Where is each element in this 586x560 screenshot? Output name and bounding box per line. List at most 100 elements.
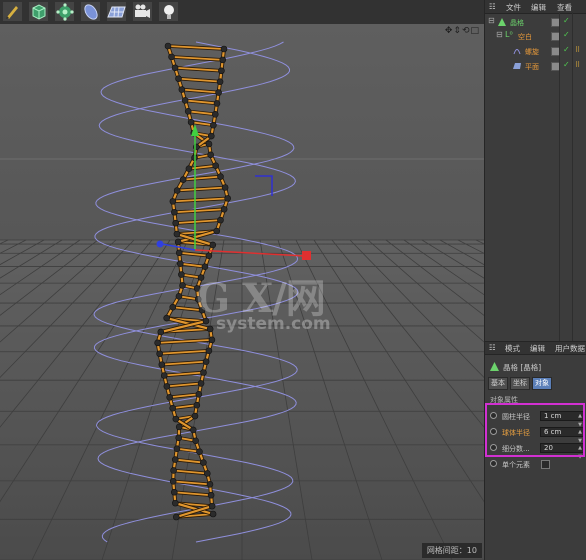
- am-menu-mode[interactable]: 模式: [505, 343, 520, 354]
- tag-icon[interactable]: ⠿: [575, 61, 580, 69]
- viewport-nav-icons[interactable]: ✥⇕⟲□: [445, 26, 480, 36]
- lattice-sphere: [193, 285, 201, 292]
- lattice-sphere: [207, 491, 215, 499]
- lattice-sphere: [209, 510, 217, 518]
- deformer-icon[interactable]: [80, 1, 101, 22]
- lattice-sphere: [168, 53, 175, 61]
- attribute-manager-menubar: ☷ 模式 编辑 用户数据: [485, 341, 586, 355]
- lattice-sphere: [216, 78, 224, 85]
- lattice-sphere: [212, 162, 219, 170]
- lattice-sphere: [205, 347, 213, 355]
- lattice-sphere: [217, 173, 224, 180]
- lattice-sphere: [178, 271, 185, 278]
- lattice-sphere: [205, 140, 213, 148]
- lattice-sphere: [213, 100, 221, 107]
- lattice-sphere: [218, 67, 225, 75]
- single-element-checkbox[interactable]: [541, 460, 550, 469]
- lattice-sphere: [156, 350, 163, 358]
- grid-spacing-status: 网格间距：10: [421, 543, 482, 558]
- camera-icon[interactable]: [132, 1, 153, 22]
- am-menu-icons[interactable]: ☷: [489, 343, 496, 352]
- enabled-check-icon[interactable]: ✓: [563, 16, 570, 25]
- lattice-sphere: [164, 42, 172, 50]
- tab-object[interactable]: 对象: [532, 377, 552, 390]
- enabled-check-icon[interactable]: ✓: [563, 30, 570, 39]
- lattice-sphere: [208, 502, 216, 510]
- am-menu-edit[interactable]: 编辑: [530, 343, 545, 354]
- lattice-sphere: [192, 437, 199, 445]
- enabled-check-icon[interactable]: ✓: [563, 60, 570, 69]
- lattice-sphere: [210, 121, 217, 129]
- column-divider: [572, 12, 573, 341]
- om-menu-file[interactable]: 文件: [506, 2, 521, 13]
- gear-nurbs-icon[interactable]: [54, 1, 75, 22]
- animate-radio[interactable]: [490, 460, 497, 467]
- tag-icon[interactable]: ⠿: [575, 46, 580, 54]
- lattice-sphere: [178, 86, 186, 93]
- lattice-sphere: [169, 303, 177, 311]
- lattice-sphere: [175, 249, 183, 257]
- light-icon[interactable]: [158, 1, 179, 22]
- param-single-element[interactable]: 单个元素: [488, 459, 584, 470]
- om-menu-edit[interactable]: 编辑: [531, 2, 546, 13]
- lattice-sphere: [166, 393, 173, 401]
- lattice-sphere: [175, 434, 182, 442]
- object-row-lattice[interactable]: ⊟ 晶格 ✓: [485, 16, 586, 28]
- lattice-sphere: [175, 423, 183, 431]
- viewport-scene: [0, 24, 484, 560]
- plane-grid-icon[interactable]: [106, 1, 127, 22]
- lattice-sphere: [169, 478, 177, 485]
- lattice-sphere: [194, 296, 202, 303]
- lattice-sphere: [189, 426, 197, 434]
- helix-spline-icon: [513, 49, 521, 55]
- lattice-sphere: [207, 151, 214, 159]
- object-row-null[interactable]: ⊟ L⁰ 空白 ✓: [485, 30, 586, 42]
- lattice-sphere: [172, 499, 179, 507]
- lattice-sphere: [170, 488, 178, 496]
- lattice-sphere: [169, 404, 176, 412]
- pen-tool-icon[interactable]: [2, 1, 23, 22]
- lattice-object-icon: [490, 362, 499, 371]
- lattice-sphere: [205, 252, 213, 260]
- collapse-icon[interactable]: ⊟: [496, 30, 503, 39]
- lattice-sphere: [207, 132, 215, 140]
- lattice-sphere: [174, 238, 182, 246]
- lattice-sphere: [211, 111, 219, 118]
- lattice-sphere: [193, 401, 201, 409]
- plane-object-icon: [513, 63, 521, 69]
- main-toolbar: [0, 0, 484, 25]
- om-menu-icons[interactable]: ☷: [489, 2, 496, 11]
- lattice-sphere: [203, 470, 211, 477]
- object-row-plane[interactable]: 平面 ✓ ⠿: [485, 60, 586, 72]
- lattice-sphere: [196, 448, 203, 455]
- lattice-sphere: [160, 372, 168, 379]
- lattice-sphere: [197, 380, 205, 387]
- param-label: 单个元素: [502, 461, 530, 469]
- collapse-icon[interactable]: ⊟: [488, 16, 495, 25]
- cube-icon[interactable]: [28, 1, 49, 22]
- tab-coordinates[interactable]: 坐标: [510, 377, 530, 390]
- object-label: 晶格: [510, 19, 524, 27]
- lattice-sphere: [170, 467, 177, 474]
- lattice-sphere: [173, 230, 181, 238]
- lattice-sphere: [172, 219, 180, 227]
- enabled-check-icon[interactable]: ✓: [563, 45, 570, 54]
- lattice-sphere: [187, 118, 195, 126]
- lattice-sphere: [169, 198, 177, 205]
- lattice-sphere: [219, 56, 227, 64]
- object-row-helix[interactable]: 螺旋 ✓ ⠿: [485, 45, 586, 57]
- lattice-sphere: [220, 45, 228, 53]
- attribute-object-title: 晶格 [晶格]: [503, 363, 542, 372]
- lattice-sphere: [179, 282, 186, 289]
- lattice-sphere: [171, 456, 179, 463]
- lattice-sphere: [179, 176, 187, 183]
- lattice-sphere: [201, 263, 209, 270]
- tab-basic[interactable]: 基本: [488, 377, 508, 390]
- lattice-sphere: [200, 459, 207, 466]
- lattice-sphere: [202, 317, 210, 325]
- highlight-box: [485, 403, 585, 457]
- lattice-sphere: [206, 325, 214, 333]
- 3d-viewport[interactable]: ✥⇕⟲□ G X/网 system.com 网格间距：10: [0, 24, 484, 560]
- object-label: 螺旋: [525, 48, 539, 56]
- am-menu-userdata[interactable]: 用户数据: [555, 343, 585, 354]
